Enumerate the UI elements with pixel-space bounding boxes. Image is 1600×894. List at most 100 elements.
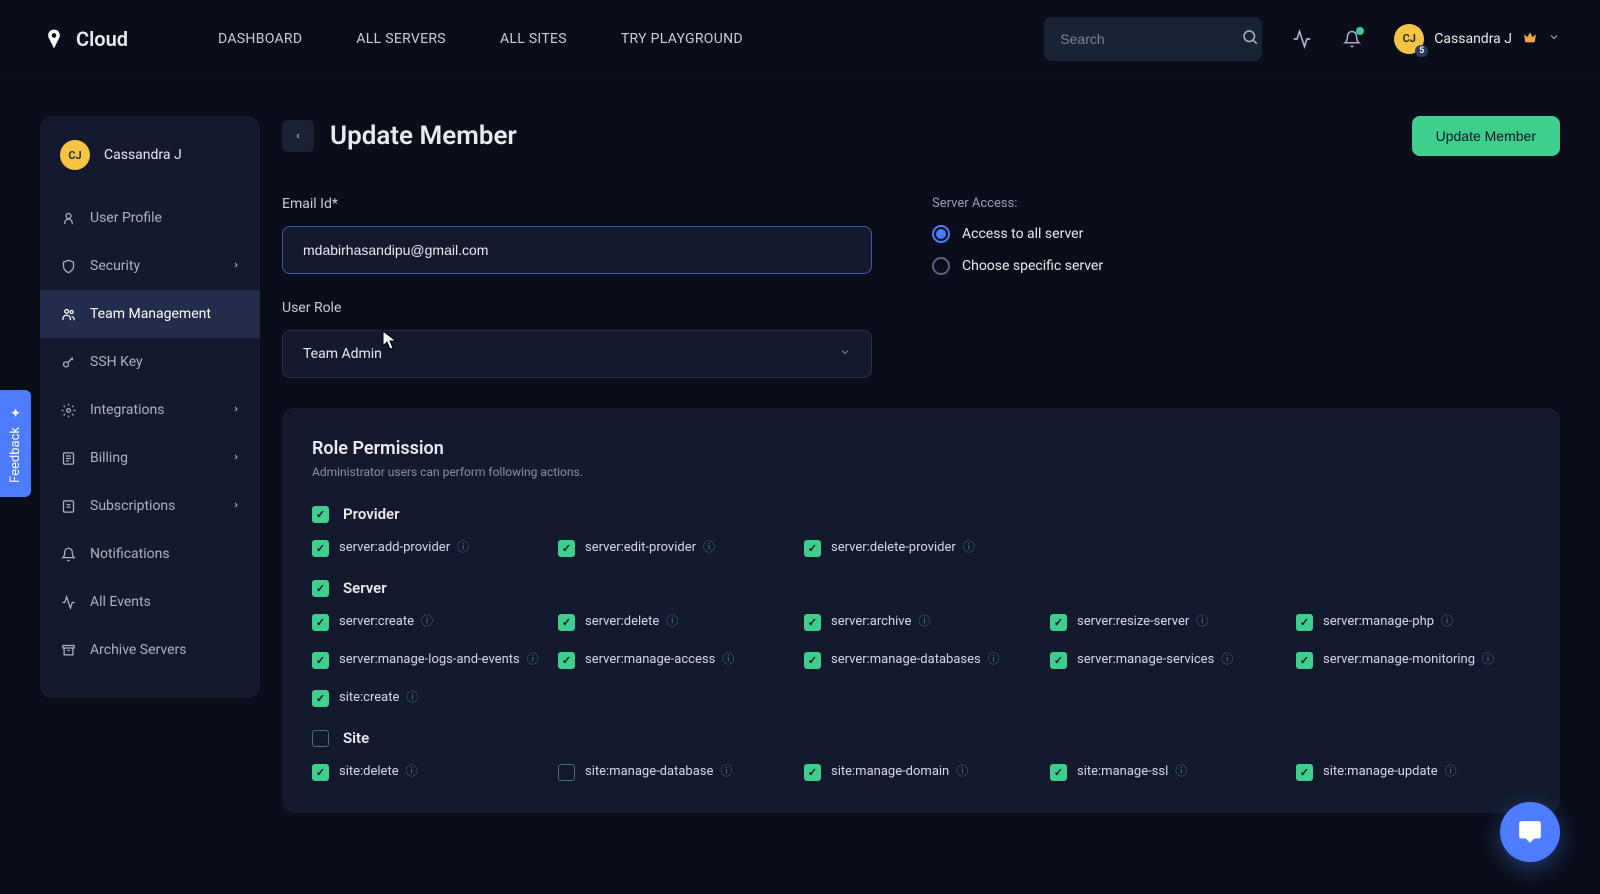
checkbox[interactable] [558,540,575,557]
info-icon[interactable]: ⓘ [403,690,418,704]
sidebar-item-ssh-key[interactable]: SSH Key [40,338,260,386]
checkbox[interactable] [312,580,329,597]
perm-server-resize-server[interactable]: server:resize-server ⓘ [1050,613,1284,631]
perm-site-manage-database[interactable]: site:manage-database ⓘ [558,763,792,781]
sidebar-item-subscriptions[interactable]: Subscriptions [40,482,260,530]
checkbox[interactable] [1050,652,1067,669]
notifications-icon[interactable] [1342,29,1362,49]
checkbox[interactable] [558,652,575,669]
info-icon[interactable]: ⓘ [985,652,1000,666]
checkbox[interactable] [312,506,329,523]
perm-label: server:manage-access ⓘ [585,651,734,669]
perm-server-edit-provider[interactable]: server:edit-provider ⓘ [558,539,792,557]
user-menu[interactable]: CJ 5 Cassandra J [1394,24,1560,54]
checkbox[interactable] [1296,764,1313,781]
checkbox[interactable] [804,652,821,669]
checkbox[interactable] [312,540,329,557]
checkbox[interactable] [1050,764,1067,781]
perm-server-manage-databases[interactable]: server:manage-databases ⓘ [804,651,1038,669]
perm-server-archive[interactable]: server:archive ⓘ [804,613,1038,631]
nav-dashboard[interactable]: DASHBOARD [218,31,302,47]
perm-server-create[interactable]: server:create ⓘ [312,613,546,631]
checkbox[interactable] [312,764,329,781]
perm-site-manage-ssl[interactable]: site:manage-ssl ⓘ [1050,763,1284,781]
sidebar-item-user-profile[interactable]: User Profile [40,194,260,242]
perm-server-manage-logs-and-events[interactable]: server:manage-logs-and-events ⓘ [312,651,546,669]
perm-site-manage-update[interactable]: site:manage-update ⓘ [1296,763,1530,781]
info-icon[interactable]: ⓘ [953,764,968,778]
radio-access-to-all-server[interactable]: Access to all server [932,225,1560,243]
info-icon[interactable]: ⓘ [1193,614,1208,628]
sidebar-item-archive-servers[interactable]: Archive Servers [40,626,260,674]
sidebar-item-notifications[interactable]: Notifications [40,530,260,578]
feedback-tab[interactable]: Feedback ✦ [0,390,31,497]
info-icon[interactable]: ⓘ [663,614,678,628]
checkbox[interactable] [1296,652,1313,669]
checkbox[interactable] [312,730,329,747]
nav-try-playground[interactable]: TRY PLAYGROUND [621,31,743,47]
perm-server-add-provider[interactable]: server:add-provider ⓘ [312,539,546,557]
perm-site-manage-domain[interactable]: site:manage-domain ⓘ [804,763,1038,781]
role-select[interactable]: Team Admin [282,330,872,378]
perm-site-delete[interactable]: site:delete ⓘ [312,763,546,781]
perm-server-manage-php[interactable]: server:manage-php ⓘ [1296,613,1530,631]
email-field[interactable] [282,226,872,274]
info-icon[interactable]: ⓘ [717,764,732,778]
info-icon[interactable]: ⓘ [1442,764,1457,778]
checkbox[interactable] [312,614,329,631]
chat-button[interactable] [1500,802,1560,862]
perm-server-delete[interactable]: server:delete ⓘ [558,613,792,631]
perm-group-title: Site [343,729,369,747]
checkbox[interactable] [1050,614,1067,631]
brand-logo[interactable]: Cloud [40,25,128,53]
nav-all-servers[interactable]: ALL SERVERS [356,31,446,47]
checkbox[interactable] [558,614,575,631]
search-box[interactable] [1044,17,1262,61]
perm-server-manage-services[interactable]: server:manage-services ⓘ [1050,651,1284,669]
info-icon[interactable]: ⓘ [960,540,975,554]
perm-server-delete-provider[interactable]: server:delete-provider ⓘ [804,539,1038,557]
nav-all-sites[interactable]: ALL SITES [500,31,567,47]
info-icon[interactable]: ⓘ [1479,652,1494,666]
perm-label: server:archive ⓘ [831,613,930,631]
checkbox[interactable] [804,614,821,631]
perm-site-create[interactable]: site:create ⓘ [312,689,546,707]
checkbox[interactable] [1296,614,1313,631]
search-input[interactable] [1060,31,1241,47]
info-icon[interactable]: ⓘ [524,652,539,666]
info-icon[interactable]: ⓘ [403,764,418,778]
sidebar-item-all-events[interactable]: All Events [40,578,260,626]
checkbox[interactable] [558,764,575,781]
info-icon[interactable]: ⓘ [418,614,433,628]
header-icons [1292,29,1362,49]
sidebar-item-security[interactable]: Security [40,242,260,290]
perm-group-server[interactable]: Server [312,579,1530,597]
sidebar-profile[interactable]: CJ Cassandra J [40,140,260,194]
update-member-button[interactable]: Update Member [1412,116,1560,156]
sidebar-item-integrations[interactable]: Integrations [40,386,260,434]
perm-server-manage-monitoring[interactable]: server:manage-monitoring ⓘ [1296,651,1530,669]
perm-label: server:manage-services ⓘ [1077,651,1233,669]
info-icon[interactable]: ⓘ [1172,764,1187,778]
radio-indicator [932,225,950,243]
radio-label: Choose specific server [962,258,1103,274]
permissions-title: Role Permission [312,438,1530,459]
activity-icon[interactable] [1292,29,1312,49]
back-button[interactable] [282,120,314,152]
checkbox[interactable] [804,540,821,557]
perm-server-manage-access[interactable]: server:manage-access ⓘ [558,651,792,669]
perm-group-provider[interactable]: Provider [312,505,1530,523]
info-icon[interactable]: ⓘ [1438,614,1453,628]
info-icon[interactable]: ⓘ [915,614,930,628]
info-icon[interactable]: ⓘ [719,652,734,666]
info-icon[interactable]: ⓘ [454,540,469,554]
sidebar-item-billing[interactable]: Billing [40,434,260,482]
checkbox[interactable] [312,652,329,669]
perm-group-site[interactable]: Site [312,729,1530,747]
checkbox[interactable] [804,764,821,781]
info-icon[interactable]: ⓘ [1218,652,1233,666]
radio-choose-specific-server[interactable]: Choose specific server [932,257,1560,275]
checkbox[interactable] [312,690,329,707]
info-icon[interactable]: ⓘ [700,540,715,554]
sidebar-item-team-management[interactable]: Team Management [40,290,260,338]
